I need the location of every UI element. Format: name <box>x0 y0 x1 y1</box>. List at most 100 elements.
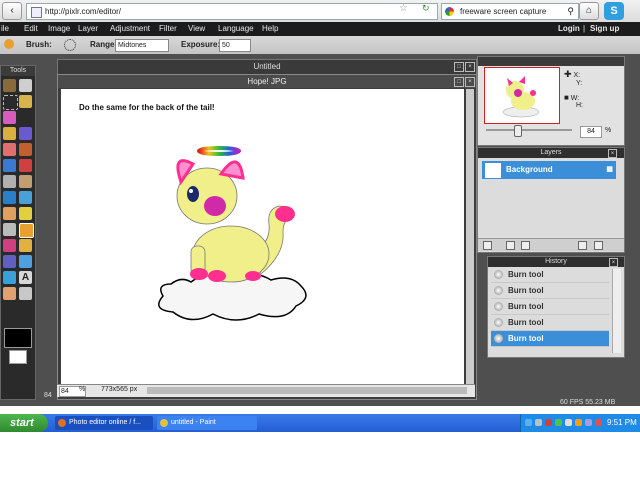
layer-style-icon[interactable] <box>483 241 492 250</box>
color-picker-icon[interactable] <box>3 271 16 284</box>
sponge-tool-icon[interactable] <box>19 207 32 220</box>
zoom-tool-icon[interactable] <box>19 287 32 300</box>
layer-settings-icon[interactable] <box>521 241 530 250</box>
google-logo-icon <box>445 7 454 16</box>
minimize-icon[interactable]: □ <box>454 62 464 72</box>
menu-separator: | <box>583 24 586 33</box>
tray-app-icon[interactable] <box>535 419 542 426</box>
history-step-icon <box>494 302 503 311</box>
new-layer-icon[interactable] <box>578 241 587 250</box>
lock-icon[interactable]: ▦ <box>606 165 613 173</box>
navigator-zoom-field[interactable]: 84 <box>580 126 602 138</box>
pencil-tool-icon[interactable] <box>3 127 16 140</box>
search-icon[interactable]: ⚲ <box>567 4 574 19</box>
navigator-thumbnail[interactable] <box>484 67 560 124</box>
canvas-vertical-scrollbar[interactable] <box>466 89 474 385</box>
history-close-icon[interactable]: × <box>609 258 618 267</box>
primary-color-swatch[interactable] <box>4 328 32 348</box>
menu-filter[interactable]: Filter <box>159 24 177 33</box>
range-label: Range: <box>90 40 118 49</box>
zoom-unit: % <box>79 386 86 393</box>
menu-help[interactable]: Help <box>262 24 278 33</box>
tray-antivirus-icon[interactable] <box>545 419 552 426</box>
menu-layer[interactable]: Layer <box>78 24 98 33</box>
canvas-horizontal-scrollbar[interactable] <box>147 387 467 394</box>
navigator-zoom-slider[interactable] <box>486 125 572 137</box>
back-arrow-icon[interactable]: ‹ <box>2 2 22 20</box>
tray-update-icon[interactable] <box>575 419 582 426</box>
w-label: W: <box>570 95 580 102</box>
menu-adjustment[interactable]: Adjustment <box>110 24 150 33</box>
home-icon[interactable]: ⌂ <box>579 2 599 20</box>
marquee-tool-icon[interactable] <box>3 95 18 110</box>
history-item[interactable]: Burn tool <box>491 299 609 315</box>
delete-layer-icon[interactable] <box>594 241 603 250</box>
login-link[interactable]: Login <box>558 24 580 33</box>
hand-tool-icon[interactable] <box>3 287 16 300</box>
history-item-selected[interactable]: Burn tool <box>491 331 609 347</box>
smudge-tool-icon[interactable] <box>3 207 16 220</box>
close-icon[interactable]: × <box>465 62 475 72</box>
menu-file[interactable]: ile <box>1 24 9 33</box>
address-bar[interactable]: http://pixlr.com/editor/ <box>26 3 438 20</box>
refresh-icon[interactable]: ↻ <box>422 3 434 15</box>
start-label: start <box>10 417 34 429</box>
history-item[interactable]: Burn tool <box>491 315 609 331</box>
layer-row[interactable]: Background ▦ <box>482 161 616 179</box>
range-select[interactable]: Midtones <box>115 39 169 52</box>
menu-view[interactable]: View <box>188 24 205 33</box>
dodge-tool-icon[interactable] <box>3 223 16 236</box>
lasso-tool-icon[interactable] <box>19 95 32 108</box>
history-scrollbar[interactable] <box>612 269 621 353</box>
menu-image[interactable]: Image <box>48 24 70 33</box>
layers-close-icon[interactable]: × <box>608 149 617 158</box>
drawing-tool-icon[interactable] <box>19 175 32 188</box>
layer-name: Background <box>506 165 553 174</box>
navigator-title-bar <box>478 57 624 66</box>
pinch-tool-icon[interactable] <box>19 255 32 268</box>
burn-tool-active-icon[interactable] <box>19 223 34 238</box>
sharpen-tool-icon[interactable] <box>19 191 32 204</box>
skype-icon[interactable]: S <box>604 2 624 20</box>
signup-link[interactable]: Sign up <box>590 24 619 33</box>
bloat-tool-icon[interactable] <box>3 255 16 268</box>
bookmark-star-icon[interactable]: ☆ <box>399 3 408 14</box>
image-canvas[interactable]: Do the same for the back of the tail! <box>61 89 464 385</box>
color-replace-icon[interactable] <box>3 175 16 188</box>
tray-volume-icon[interactable] <box>565 419 572 426</box>
search-input[interactable]: freeware screen capture ⚲ <box>441 3 579 20</box>
menu-edit[interactable]: Edit <box>24 24 38 33</box>
tray-display-icon[interactable] <box>585 419 592 426</box>
brush-tool-icon[interactable] <box>19 127 32 140</box>
paint-bucket-icon[interactable] <box>19 143 32 156</box>
exposure-label: Exposure: <box>181 40 221 49</box>
start-button[interactable]: start <box>0 414 48 432</box>
history-item[interactable]: Burn tool <box>491 267 609 283</box>
canvas-caption: Do the same for the back of the tail! <box>79 103 215 112</box>
layer-mask-icon[interactable] <box>506 241 515 250</box>
taskbar-item-browser[interactable]: Photo editor online / f... <box>55 416 153 430</box>
type-tool-icon[interactable]: A <box>19 271 32 284</box>
secondary-color-swatch[interactable] <box>9 350 27 364</box>
zoom-slider-handle[interactable] <box>514 125 522 137</box>
history-item[interactable]: Burn tool <box>491 283 609 299</box>
tray-security-icon[interactable] <box>595 419 602 426</box>
spot-heal-icon[interactable] <box>19 239 32 252</box>
red-eye-tool-icon[interactable] <box>3 239 16 252</box>
tray-expand-icon[interactable] <box>525 419 532 426</box>
tray-network-icon[interactable] <box>555 419 562 426</box>
blur-tool-icon[interactable] <box>3 191 16 204</box>
move-tool-icon[interactable] <box>19 79 32 92</box>
close-icon[interactable]: × <box>465 77 475 87</box>
menu-language[interactable]: Language <box>218 24 254 33</box>
wand-tool-icon[interactable] <box>3 111 16 124</box>
crop-tool-icon[interactable] <box>3 79 16 92</box>
maximize-icon[interactable]: □ <box>454 77 464 87</box>
eraser-tool-icon[interactable] <box>3 143 16 156</box>
brush-preset-icon[interactable] <box>64 39 76 51</box>
untitled-document-window[interactable]: Untitled □ × <box>57 59 477 75</box>
gradient-tool-icon[interactable] <box>3 159 16 172</box>
stamp-tool-icon[interactable] <box>19 159 32 172</box>
taskbar-item-paint[interactable]: untitled - Paint <box>157 416 257 430</box>
exposure-field[interactable]: 50 <box>219 39 251 52</box>
